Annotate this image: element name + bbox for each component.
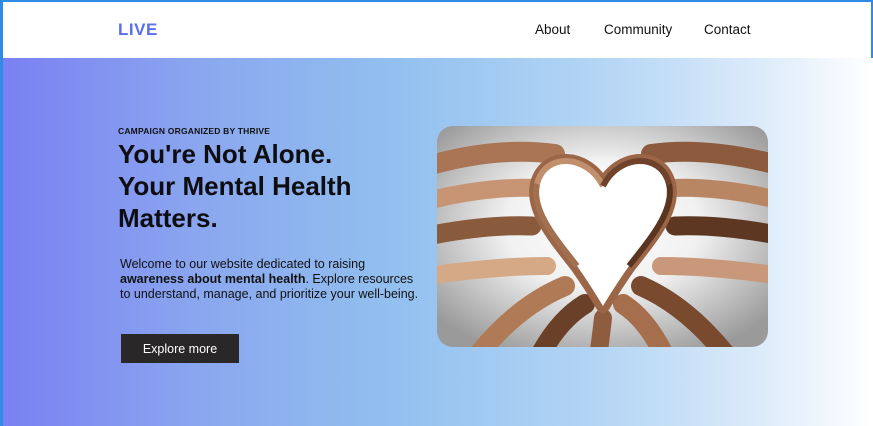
hero-section: CAMPAIGN ORGANIZED BY THRIVE You're Not …	[3, 58, 873, 426]
headline-line-1: You're Not Alone.	[118, 139, 333, 169]
site-logo[interactable]: LIVE	[118, 20, 158, 40]
hands-heart-illustration	[437, 126, 768, 347]
nav-link-community[interactable]: Community	[604, 22, 672, 37]
hero-image	[437, 126, 768, 347]
hero-description: Welcome to our website dedicated to rais…	[120, 257, 440, 302]
top-navbar: LIVE About Community Contact	[3, 2, 873, 58]
nav-link-about[interactable]: About	[535, 22, 570, 37]
nav-link-contact[interactable]: Contact	[704, 22, 751, 37]
explore-more-button[interactable]: Explore more	[121, 334, 239, 363]
desc-line-3: to understand, manage, and prioritize yo…	[120, 287, 419, 301]
desc-bold: awareness about mental health	[120, 272, 306, 286]
page-frame: LIVE About Community Contact CAMPAIGN OR…	[0, 0, 873, 426]
headline-line-3: Matters.	[118, 203, 218, 233]
desc-line-1: Welcome to our website dedicated to rais…	[120, 257, 366, 271]
headline-line-2: Your Mental Health	[118, 171, 352, 201]
hero-headline: You're Not Alone. Your Mental Health Mat…	[118, 138, 418, 234]
campaign-kicker: CAMPAIGN ORGANIZED BY THRIVE	[118, 126, 271, 136]
desc-line-2: . Explore resources	[305, 272, 414, 286]
